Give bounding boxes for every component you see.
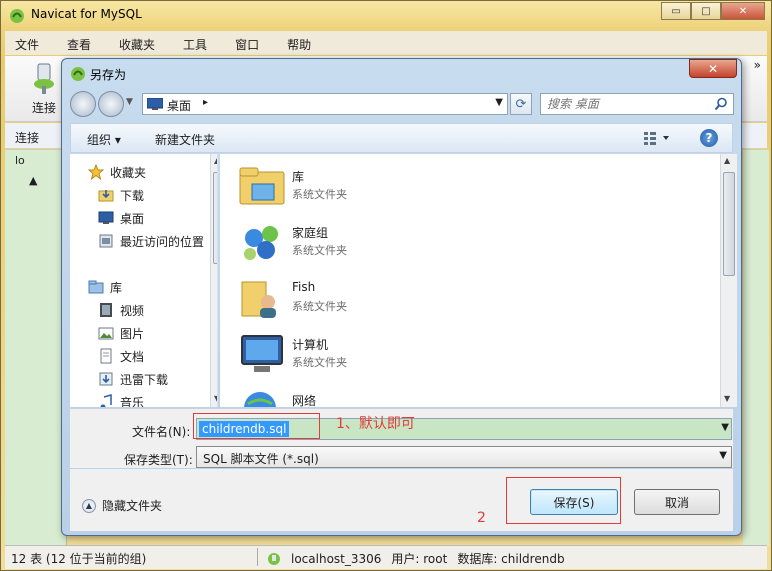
address-separator-icon[interactable]: ▸ [203, 97, 208, 108]
computer-icon [241, 335, 283, 372]
save-as-dialog: 另存为 ✕ ▼ 桌面 ▸ ▼ ⟳ 组织 ▾ 新建文件夹 [61, 58, 742, 536]
status-user: 用户: root [391, 552, 448, 566]
star-icon [88, 164, 104, 180]
menu-help[interactable]: 帮助 [277, 31, 321, 55]
downloads-folder-icon [98, 187, 114, 203]
refresh-button[interactable]: ⟳ [510, 93, 532, 115]
file-list-pane: 库 系统文件夹 家庭组 系统文件夹 Fish 系统文件夹 计算机 系统文件夹 网… [220, 154, 720, 407]
nav-libraries-header[interactable]: 库 [88, 277, 122, 297]
nav-item-documents[interactable]: 文档 [98, 346, 144, 366]
network-icon [244, 392, 276, 407]
address-dropdown-icon[interactable]: ▼ [495, 97, 503, 108]
thunder-download-icon [98, 371, 114, 387]
new-folder-button[interactable]: 新建文件夹 [155, 131, 215, 148]
nav-item-thunder-downloads[interactable]: 迅雷下载 [98, 369, 168, 389]
organize-button[interactable]: 组织 ▾ [87, 131, 121, 148]
nav-scroll-thumb[interactable] [213, 172, 217, 264]
recent-locations-dropdown[interactable]: ▼ [126, 97, 133, 107]
nav-item-downloads[interactable]: 下载 [98, 185, 144, 205]
annotation-box-filename [193, 413, 320, 439]
hide-folders-toggle[interactable]: ▲ 隐藏文件夹 [82, 497, 162, 514]
connect-plug-icon [34, 63, 54, 94]
tree-item-localhost[interactable]: lo [15, 154, 25, 167]
status-divider [257, 548, 258, 566]
file-scroll-thumb[interactable] [723, 172, 735, 276]
nav-item-recent-places[interactable]: 最近访问的位置 [98, 231, 204, 251]
window-controls: ▭ □ ✕ [661, 2, 765, 20]
search-input[interactable] [547, 96, 707, 112]
connection-tree: lo ▲ [5, 150, 67, 546]
menu-file[interactable]: 文件 [5, 31, 49, 55]
status-host: localhost_3306 [291, 551, 382, 566]
menu-window[interactable]: 窗口 [225, 31, 269, 55]
dialog-title: 另存为 [90, 68, 127, 82]
homegroup-icon [244, 226, 278, 260]
scroll-down-icon[interactable]: ▼ [724, 394, 730, 403]
tree-expander[interactable]: ▲ [29, 174, 37, 187]
filetype-select[interactable]: SQL 脚本文件 (*.sql) ▼ [196, 446, 732, 468]
address-location: 桌面 [167, 99, 192, 113]
library-icon [88, 279, 104, 295]
maximize-button[interactable]: □ [691, 2, 721, 20]
music-icon [98, 394, 114, 407]
help-icon[interactable]: ? [700, 129, 718, 147]
nav-favorites-header[interactable]: 收藏夹 [88, 162, 146, 182]
menu-favorites[interactable]: 收藏夹 [109, 31, 165, 55]
address-bar[interactable]: 桌面 ▸ ▼ [142, 93, 508, 115]
forward-button[interactable] [98, 91, 124, 117]
filetype-label: 保存类型(T): [124, 453, 193, 467]
filename-label: 文件名(N): [132, 425, 191, 439]
minimize-button[interactable]: ▭ [661, 2, 691, 20]
scroll-up-icon[interactable]: ▲ [214, 156, 217, 165]
video-icon [98, 302, 114, 318]
status-database: 数据库: childrendb [457, 552, 565, 566]
pictures-icon [98, 325, 114, 341]
close-button[interactable]: ✕ [721, 2, 765, 20]
search-icon[interactable] [714, 97, 728, 111]
user-folder-icon [241, 281, 276, 318]
main-content-edge [743, 150, 769, 546]
scroll-up-icon[interactable]: ▲ [724, 156, 730, 165]
filetype-value: SQL 脚本文件 (*.sql) [203, 452, 319, 466]
status-bar: 12 表 (12 位于当前的组) localhost_3306 用户: root… [5, 545, 767, 569]
nav-pane-scrollbar[interactable]: ▲ ▼ [210, 154, 217, 407]
documents-icon [98, 348, 114, 364]
nav-item-music[interactable]: 音乐 [98, 392, 144, 407]
command-bar: 组织 ▾ 新建文件夹 ? [70, 123, 733, 153]
library-icon [239, 167, 285, 205]
scroll-down-icon[interactable]: ▼ [214, 394, 217, 403]
connection-plug-icon [268, 552, 280, 565]
menu-tools[interactable]: 工具 [173, 31, 217, 55]
annotation-step-1: 1、默认即可 [336, 416, 415, 432]
desktop-icon [147, 98, 163, 110]
view-options-icon[interactable] [642, 130, 672, 146]
navigation-pane: 收藏夹 下载 桌面 最近访问的位置 库 视频 图片 文档 迅雷下载 音乐 [70, 154, 218, 407]
navicat-logo-icon [71, 67, 85, 81]
annotation-box-save [506, 477, 621, 524]
dialog-close-button[interactable]: ✕ [689, 59, 737, 78]
nav-item-pictures[interactable]: 图片 [98, 323, 144, 343]
toolbar-overflow-chevron[interactable]: » [754, 58, 761, 72]
dialog-footer: ▲ 隐藏文件夹 保存(S) 取消 [70, 469, 733, 531]
annotation-step-2: 2 [477, 510, 486, 526]
filename-dropdown-icon[interactable]: ▼ [721, 422, 729, 433]
cancel-button[interactable]: 取消 [634, 489, 720, 515]
address-row: ▼ 桌面 ▸ ▼ ⟳ [70, 91, 734, 117]
menu-view[interactable]: 查看 [57, 31, 101, 55]
back-button[interactable] [70, 91, 96, 117]
nav-item-videos[interactable]: 视频 [98, 300, 144, 320]
subbar-label: 连接 [15, 131, 40, 145]
search-box [540, 93, 734, 115]
chevron-up-icon: ▲ [82, 498, 96, 513]
status-table-count: 12 表 (12 位于当前的组) [11, 552, 147, 566]
main-window-title: Navicat for MySQL [31, 7, 142, 21]
filetype-dropdown-icon[interactable]: ▼ [719, 450, 727, 461]
menu-bar: 文件 查看 收藏夹 工具 窗口 帮助 [5, 31, 767, 55]
file-list-scrollbar[interactable]: ▲ ▼ [720, 154, 737, 407]
recent-places-icon [98, 233, 114, 249]
nav-item-desktop[interactable]: 桌面 [98, 208, 144, 228]
desktop-icon [98, 210, 114, 226]
status-connection-info: localhost_3306 用户: root 数据库: childrendb [267, 550, 565, 567]
